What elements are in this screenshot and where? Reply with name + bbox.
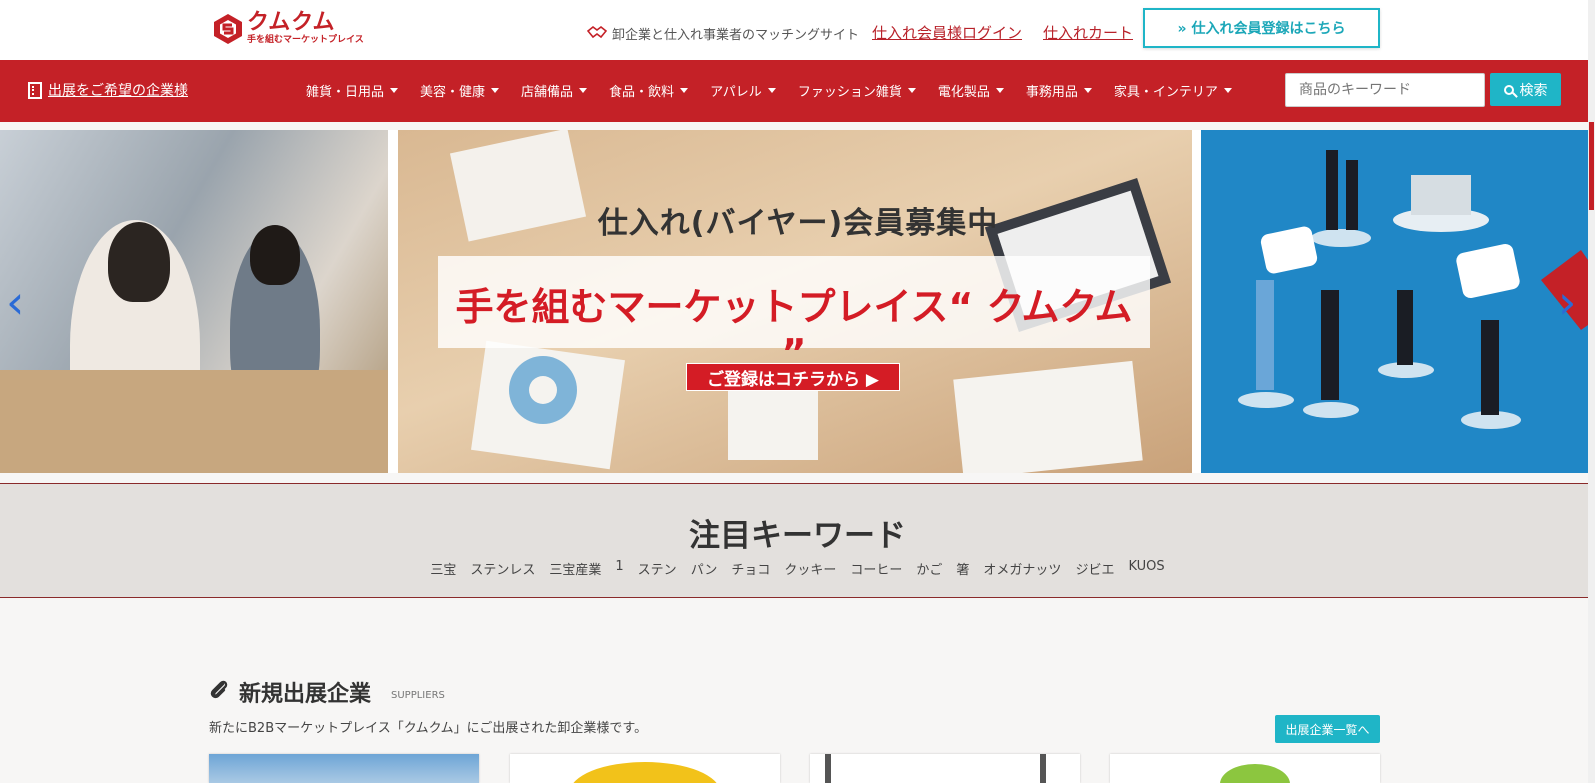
caret-down-icon [1083,88,1092,93]
caret-down-icon [907,88,916,93]
carousel-next-arrow[interactable]: › [1558,275,1576,329]
category-store-supplies[interactable]: 店舗備品 [521,81,588,100]
category-furniture[interactable]: 家具・インテリア [1114,81,1232,100]
suppliers-description: 新たにB2Bマーケットプレイス「クムクム」にご出展された卸企業様です。 [209,721,648,736]
keyword-link[interactable]: ジビエ [1075,559,1114,578]
page-scrollbar[interactable] [1588,0,1595,783]
slide-buyer-recruit[interactable]: 仕入れ(バイヤー)会員募集中 手を組むマーケットプレイス“ クムクム ” ご登録… [398,130,1192,473]
hero-carousel: 仕入れ(バイヤー)会員募集中 手を組むマーケットプレイス“ クムクム ” ご登録… [0,130,1595,473]
featured-keywords: 注目キーワード 三宝 ステンレス 三宝産業 1 ステン パン チョコ クッキー … [0,483,1595,598]
caret-down-icon [680,88,689,93]
buyer-cart-link[interactable]: 仕入れカート [1043,22,1133,43]
category-menu: 雑貨・日用品 美容・健康 店舗備品 食品・飲料 アパレル ファッション雑貨 電化… [306,81,1254,100]
caret-down-icon [390,88,399,93]
carousel-prev-arrow[interactable]: ‹ [6,275,24,329]
keyword-link[interactable]: コーヒー [850,559,902,578]
keyword-list: 三宝 ステンレス 三宝産業 1 ステン パン チョコ クッキー コーヒー かご … [0,559,1595,578]
category-electronics[interactable]: 電化製品 [938,81,1004,100]
buyer-register-button[interactable]: » 仕入れ会員登録はこちら [1143,8,1380,48]
supplier-card[interactable] [810,754,1080,783]
keyword-link[interactable]: かご [916,559,942,578]
logo-wordmark: クムクム [247,10,336,35]
keyword-link[interactable]: パン [691,559,718,578]
search-input[interactable] [1285,73,1485,107]
keyword-link[interactable]: 三宝 [430,559,456,578]
keyword-link[interactable]: クッキー [784,559,836,578]
search-icon [1503,84,1514,95]
category-fashion-goods[interactable]: ファッション雑貨 [798,81,916,100]
category-zakka[interactable]: 雑貨・日用品 [306,81,399,100]
suppliers-subtitle: SUPPLIERS [391,690,445,701]
building-icon [28,81,42,99]
search-button[interactable]: 検索 [1490,73,1561,106]
category-beauty[interactable]: 美容・健康 [420,81,500,100]
category-office[interactable]: 事務用品 [1026,81,1092,100]
carousel-register-cta[interactable]: ご登録はコチラから ▶ [686,363,900,391]
carousel-main-copy: 手を組むマーケットプレイス“ クムクム ” [455,285,1133,375]
keyword-link[interactable]: 箸 [956,559,969,578]
slide-office-meeting[interactable] [0,130,388,473]
keyword-link[interactable]: 三宝産業 [549,559,601,578]
top-header: クムクム 手を組むマーケットプレイス 卸企業と仕入れ事業者のマッチングサイト 仕… [0,0,1595,60]
site-logo[interactable]: クムクム 手を組むマーケットプレイス [213,12,364,45]
logo-subtitle: 手を組むマーケットプレイス [247,35,364,45]
carousel-heading: 仕入れ(バイヤー)会員募集中 [597,206,999,241]
site-tagline: 卸企業と仕入れ事業者のマッチングサイト [586,24,860,43]
suppliers-title: 新規出展企業 [239,682,372,707]
supplier-card[interactable] [209,754,479,783]
logo-icon [214,13,242,44]
keywords-title: 注目キーワード [689,518,906,554]
keyword-link[interactable]: オメガナッツ [983,559,1061,578]
caret-down-icon [1223,88,1232,93]
handshake-icon [586,25,608,43]
keyword-link[interactable]: チョコ [731,559,770,578]
slide-business-people[interactable] [1201,130,1595,473]
exhibitor-link[interactable]: 出展をご希望の企業様 [28,80,188,100]
caret-down-icon [491,88,500,93]
keyword-link[interactable]: 1 [615,559,623,578]
category-apparel[interactable]: アパレル [710,81,776,100]
caret-down-icon [767,88,776,93]
supplier-card[interactable] [1110,754,1380,783]
buyer-login-link[interactable]: 仕入れ会員様ログイン [872,22,1022,43]
main-navbar: 出展をご希望の企業様 雑貨・日用品 美容・健康 店舗備品 食品・飲料 アパレル … [0,60,1595,122]
keyword-link[interactable]: KUOS [1128,559,1164,578]
scrollbar-thumb[interactable] [1589,122,1594,210]
category-food[interactable]: 食品・飲料 [609,81,689,100]
tagline-text: 卸企業と仕入れ事業者のマッチングサイト [612,28,860,43]
keyword-link[interactable]: ステンレス [470,559,535,578]
supplier-card[interactable] [510,754,780,783]
caret-down-icon [579,88,588,93]
paperclip-icon [210,680,228,699]
keyword-link[interactable]: ステン [638,559,677,578]
exhibitor-link-label: 出展をご希望の企業様 [48,83,188,99]
caret-down-icon [995,88,1004,93]
business-illustration [1238,150,1595,429]
supplier-list-button[interactable]: 出展企業一覧へ [1275,715,1380,743]
